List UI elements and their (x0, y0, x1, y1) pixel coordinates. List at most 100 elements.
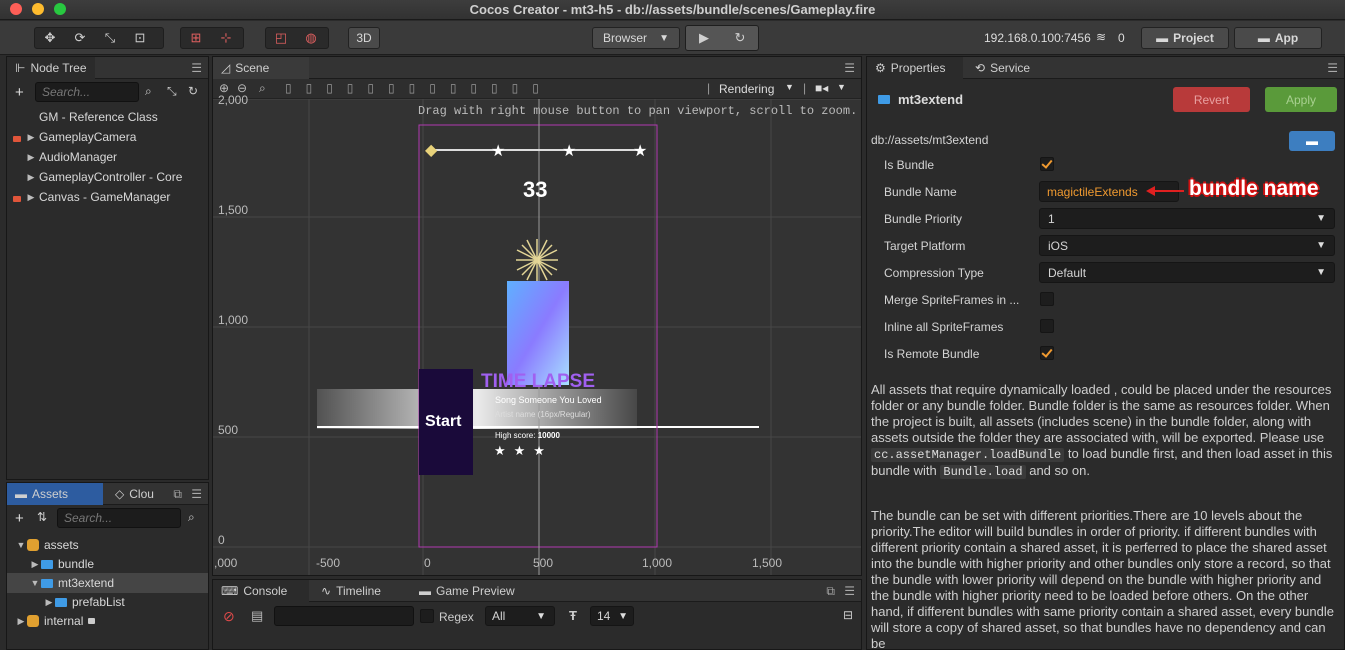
bundle-description: All assets that require dynamically load… (871, 382, 1337, 480)
add-icon[interactable]: + (15, 510, 24, 527)
asset-item[interactable]: ▶ prefabList (43, 592, 125, 612)
asset-item[interactable]: ▼ mt3extend (7, 573, 208, 593)
log-level-select[interactable]: All ▼ (485, 606, 555, 626)
app-button[interactable]: ▬ App (1234, 27, 1322, 49)
scene-viewport[interactable]: ◆ ★ ★ ★ (213, 99, 861, 575)
snap-icon[interactable]: ◰ (266, 28, 296, 48)
merge-spriteframes-checkbox[interactable] (1040, 292, 1054, 306)
play-icon[interactable]: ▶ (686, 28, 722, 48)
add-icon[interactable]: + (15, 84, 24, 101)
popout-icon[interactable]: ⧉ (173, 487, 182, 502)
search-icon[interactable]: ⌕ (145, 84, 152, 99)
caret-right-icon[interactable]: ▶ (29, 559, 41, 570)
wifi-icon: ≋ (1096, 30, 1107, 44)
x-tick-label: -500 (316, 556, 341, 570)
browser-select[interactable]: Browser ▼ (592, 27, 680, 49)
desc-text: All assets that require dynamically load… (871, 382, 1332, 445)
prop-target-platform-label: Target Platform (884, 239, 966, 253)
align-tools-icon[interactable]: ▯▯▯▯▯▯▯▯▯▯▯▯▯ (285, 81, 553, 95)
node-label: GM - Reference Class (39, 110, 158, 124)
collapse-icon[interactable]: ⤡ (167, 84, 177, 99)
globe-icon[interactable]: ◍ (296, 28, 326, 48)
zoom-reset-icon[interactable]: ⌕ (259, 81, 266, 96)
local-icon[interactable]: ⊹ (211, 28, 241, 48)
font-size-select[interactable]: 14 ▼ (590, 606, 634, 626)
pivot-icon[interactable]: ⊞ (181, 28, 211, 48)
lock-icon[interactable] (13, 192, 25, 203)
node-tree-item[interactable]: ▶ Canvas - GameManager (13, 187, 170, 207)
caret-right-icon[interactable]: ▶ (43, 597, 55, 608)
node-tree-item[interactable]: ▶ AudioManager (13, 147, 118, 167)
revert-button[interactable]: Revert (1173, 87, 1250, 112)
target-platform-select[interactable]: iOS ▼ (1039, 235, 1335, 256)
caret-down-icon[interactable]: ▼ (29, 578, 41, 588)
expand-caret-icon[interactable]: ▶ (25, 172, 37, 183)
asset-item[interactable]: ▼ assets (15, 535, 79, 555)
apply-button[interactable]: Apply (1265, 87, 1337, 112)
sort-icon[interactable]: ⇅ (37, 510, 47, 524)
remote-bundle-checkbox[interactable] (1040, 346, 1054, 360)
rotate-tool-icon[interactable]: ⟳ (65, 28, 95, 48)
expand-caret-icon[interactable]: ▶ (25, 152, 37, 163)
tab-label: Console (243, 584, 288, 598)
chevron-down-icon: ▼ (659, 32, 669, 44)
menu-icon[interactable]: ☰ (191, 487, 202, 501)
tab-scene[interactable]: ◿ Scene (213, 57, 309, 79)
open-folder-button[interactable]: ▬ (1289, 131, 1335, 151)
node-tree-item[interactable]: ▶ GameplayCamera (13, 127, 136, 147)
collapse-icon[interactable]: ⊟ (843, 608, 853, 622)
popout-icon[interactable]: ⧉ (826, 584, 835, 599)
move-tool-icon[interactable]: ✥ (35, 28, 65, 48)
tab-node-tree[interactable]: ⊩ Node Tree (7, 57, 95, 79)
tab-service[interactable]: ⟲ Service (967, 57, 1038, 79)
platform-value: iOS (1048, 239, 1069, 253)
regex-checkbox[interactable] (420, 609, 434, 623)
gizmo-tools: ◰ ◍ (265, 27, 329, 49)
open-log-icon[interactable]: ▤ (251, 608, 263, 624)
asset-item[interactable]: ▶ bundle (29, 554, 95, 574)
search-icon[interactable]: ⌕ (188, 510, 195, 525)
node-tree-panel: ⊩ Node Tree ☰ + Search... ⌕ ⤡ ↻ GM - Refe… (6, 56, 209, 480)
refresh-icon[interactable]: ↻ (722, 28, 758, 48)
bundle-priority-select[interactable]: 1 ▼ (1039, 208, 1335, 229)
caret-down-icon[interactable]: ▼ (15, 540, 27, 550)
tab-game-preview[interactable]: ▬ Game Preview (411, 580, 523, 602)
rendering-select[interactable]: Rendering (719, 82, 774, 96)
tab-assets[interactable]: ▬ Assets (7, 483, 103, 505)
console-filter-input[interactable] (274, 606, 414, 626)
x-tick-label: 1,500 (752, 556, 783, 570)
lock-icon[interactable] (13, 132, 25, 143)
camera-icon[interactable]: ■◂ (815, 81, 828, 95)
rect-tool-icon[interactable]: ⊡ (125, 28, 155, 48)
scale-tool-icon[interactable]: ⤡ (95, 28, 125, 48)
expand-caret-icon[interactable]: ▶ (25, 132, 37, 143)
clear-console-icon[interactable]: ⊘ (223, 608, 235, 625)
refresh-icon[interactable]: ↻ (188, 84, 198, 98)
is-bundle-checkbox[interactable] (1040, 157, 1054, 171)
tab-timeline[interactable]: ∿ Timeline (313, 580, 389, 602)
chevron-down-icon: ▼ (1316, 267, 1326, 278)
tab-properties[interactable]: ⚙ Properties (867, 57, 963, 79)
menu-icon[interactable]: ☰ (1327, 61, 1338, 75)
chevron-down-icon: ▼ (1316, 213, 1326, 224)
menu-icon[interactable]: ☰ (191, 61, 202, 75)
asset-item[interactable]: ▶ internal (15, 611, 96, 631)
menu-icon[interactable]: ☰ (844, 584, 855, 598)
tab-cloud[interactable]: ◇ Clou (107, 483, 162, 505)
mode-3d-button[interactable]: 3D (348, 27, 380, 49)
tab-console[interactable]: ⌨ Console (213, 580, 309, 602)
node-tree-item[interactable]: GM - Reference Class (13, 107, 158, 127)
node-tree-item[interactable]: ▶ GameplayController - Core (13, 167, 183, 187)
node-search-input[interactable]: Search... (35, 82, 139, 102)
asset-search-input[interactable]: Search... (57, 508, 181, 528)
project-button[interactable]: ▬ Project (1141, 27, 1229, 49)
menu-icon[interactable]: ☰ (844, 61, 855, 75)
caret-right-icon[interactable]: ▶ (15, 616, 27, 627)
inline-spriteframes-checkbox[interactable] (1040, 319, 1054, 333)
console-tabbar: ⌨ Console ∿ Timeline ▬ Game Preview ⧉ ☰ (213, 580, 861, 602)
expand-caret-icon[interactable]: ▶ (25, 192, 37, 203)
service-icon: ⟲ (975, 61, 986, 75)
x-tick-label: 500 (533, 556, 554, 570)
compression-type-select[interactable]: Default ▼ (1039, 262, 1335, 283)
folder-icon (55, 597, 67, 607)
